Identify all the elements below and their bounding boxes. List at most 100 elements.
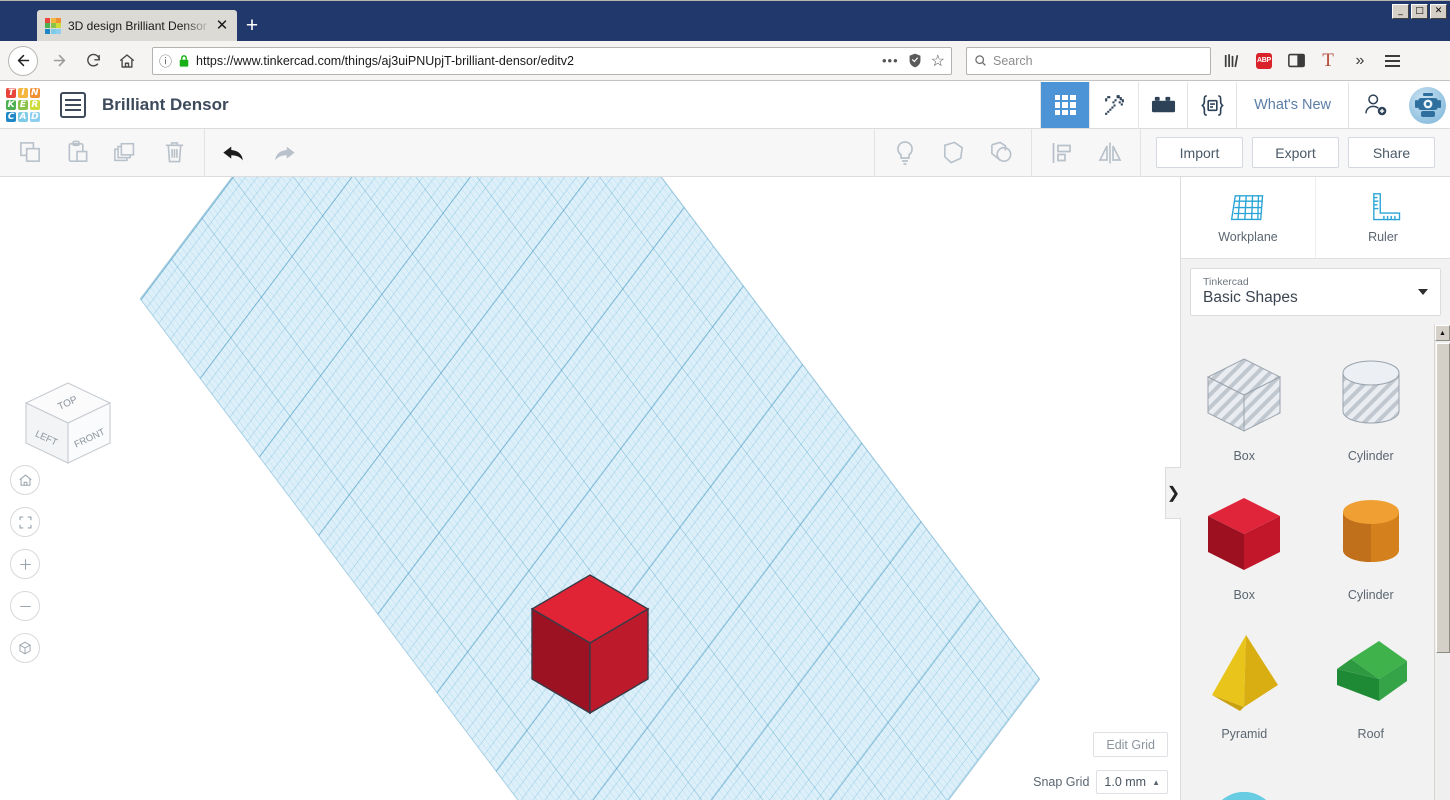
library-icon[interactable] (1217, 46, 1247, 76)
red-box-object[interactable] (530, 573, 650, 716)
plus-icon (19, 558, 31, 570)
light-button[interactable] (881, 129, 929, 177)
avatar[interactable] (1409, 86, 1446, 124)
fit-view-button[interactable] (10, 507, 40, 537)
page-actions-icon[interactable]: ••• (882, 53, 899, 68)
shape-row: Pyramid Roof (1181, 617, 1434, 756)
ruler-label: Ruler (1368, 229, 1398, 244)
grid-view-button[interactable] (1040, 82, 1090, 128)
zoom-in-button[interactable] (10, 549, 40, 579)
minimize-button[interactable]: _ (1392, 4, 1409, 19)
bookmark-icon[interactable]: ☆ (931, 51, 945, 71)
shape-grid: Box Cylinder Box Cylinder Pyramid Roof (1181, 325, 1434, 800)
undo-arrow-icon (223, 146, 243, 160)
url-bar[interactable]: ⓘ https://www.tinkercad.com/things/aj3ui… (152, 46, 952, 75)
shape-item-cylinder[interactable]: Cylinder (1308, 478, 1435, 617)
logo-tile-i: I (17, 88, 29, 99)
back-icon[interactable] (8, 45, 38, 76)
box-icon (1200, 486, 1288, 582)
menu-icon[interactable] (1377, 46, 1407, 76)
shape-row: Box Cylinder (1181, 339, 1434, 478)
overflow-icon[interactable]: » (1345, 46, 1375, 76)
view-cube[interactable]: TOP LEFT FRONT (22, 379, 114, 467)
tab-strip: 3D design Brilliant Densor | Tinkercad ✕… (0, 0, 267, 41)
editor-toolbar: Import Export Share (0, 128, 1450, 177)
copy-button[interactable] (6, 129, 54, 177)
redo-button[interactable] (259, 129, 307, 177)
shape-label: Cylinder (1347, 449, 1394, 463)
mirror-icon (1098, 142, 1122, 163)
reload-icon[interactable] (76, 44, 110, 78)
site-info-icon[interactable]: ⓘ (159, 51, 172, 70)
snap-grid-select[interactable]: 1.0 mm ▲ (1096, 770, 1168, 794)
cylinder-icon (1331, 486, 1411, 582)
scroll-up-button[interactable]: ▲ (1435, 325, 1450, 341)
logo-tile-a: A (17, 111, 29, 122)
shape-item-hole-box[interactable]: Box (1181, 339, 1308, 478)
share-button[interactable]: Share (1348, 137, 1435, 168)
workplane-tool[interactable]: Workplane (1181, 177, 1316, 258)
clipboard-tools (0, 129, 204, 177)
blocks-button[interactable] (1138, 82, 1187, 128)
home-icon[interactable] (110, 44, 144, 78)
shape-item-sphere[interactable] (1181, 756, 1308, 800)
shape-item-box[interactable]: Box (1181, 478, 1308, 617)
group-button[interactable] (977, 129, 1025, 177)
shape-row: Box Cylinder (1181, 478, 1434, 617)
ruler-tool[interactable]: Ruler (1316, 177, 1450, 258)
projection-toggle-button[interactable] (10, 633, 40, 663)
shape-item-ridge[interactable] (1308, 756, 1435, 800)
perspective-box-icon (19, 641, 31, 655)
import-button[interactable]: Import (1156, 137, 1243, 168)
page-title: Brilliant Densor (102, 95, 229, 114)
search-placeholder: Search (993, 53, 1033, 68)
browser-tab[interactable]: 3D design Brilliant Densor | Tinkercad ✕ (37, 10, 237, 41)
shapes-panel: ❯ Workplane Ruler Tinkercad Basic Shapes… (1165, 177, 1450, 800)
shield-icon[interactable] (908, 53, 922, 68)
window-close-button[interactable]: ✕ (1430, 4, 1447, 19)
design-list-icon[interactable] (60, 92, 86, 118)
shape-library-select[interactable]: Tinkercad Basic Shapes (1190, 268, 1441, 316)
chevron-up-icon: ▲ (1152, 777, 1160, 787)
zoom-out-button[interactable] (10, 591, 40, 621)
new-tab-button[interactable]: + (237, 10, 267, 41)
logo-tile-d: D (29, 111, 40, 122)
codeblocks-button[interactable] (1187, 82, 1236, 128)
panel-scrollbar[interactable]: ▲ (1434, 325, 1450, 800)
whats-new-link[interactable]: What's New (1236, 82, 1348, 128)
shape-item-hole-cylinder[interactable]: Cylinder (1308, 339, 1435, 478)
tinkercad-logo[interactable]: T I N K E R C A D (6, 88, 40, 122)
text-tool-icon[interactable]: T (1313, 46, 1343, 76)
mirror-button[interactable] (1086, 129, 1134, 177)
home-view-button[interactable] (10, 465, 40, 495)
hole-box-icon (1200, 347, 1288, 443)
maximize-button[interactable]: □ (1411, 4, 1428, 19)
person-add-icon (1364, 94, 1386, 116)
collapse-panel-button[interactable]: ❯ (1165, 467, 1181, 519)
logo-tile-e: E (17, 99, 29, 111)
shape-icon (943, 141, 963, 164)
3d-viewport[interactable]: ƒ TOP LEFT FRONT (0, 177, 1180, 800)
shape-item-pyramid[interactable]: Pyramid (1181, 617, 1308, 756)
align-button[interactable] (1038, 129, 1086, 177)
shape-button[interactable] (929, 129, 977, 177)
duplicate-button[interactable] (102, 129, 150, 177)
close-icon[interactable]: ✕ (213, 17, 231, 35)
search-input[interactable]: Search (966, 46, 1211, 75)
adblock-plus-icon[interactable]: ABP (1249, 46, 1279, 76)
scrollbar-thumb[interactable] (1436, 343, 1450, 653)
shape-item-roof[interactable]: Roof (1308, 617, 1435, 756)
abp-badge: ABP (1256, 52, 1272, 69)
export-button[interactable]: Export (1252, 137, 1339, 168)
add-user-button[interactable] (1348, 82, 1402, 128)
ridge-icon (1327, 764, 1415, 800)
hamburger-glyph (1384, 54, 1400, 67)
delete-button[interactable] (150, 129, 198, 177)
edit-grid-button[interactable]: Edit Grid (1093, 732, 1168, 757)
forward-icon[interactable] (42, 44, 76, 78)
minecraft-button[interactable] (1089, 82, 1138, 128)
paste-button[interactable] (54, 129, 102, 177)
undo-button[interactable] (211, 129, 259, 177)
sidebar-icon[interactable] (1281, 46, 1311, 76)
sphere-icon (1200, 764, 1288, 800)
